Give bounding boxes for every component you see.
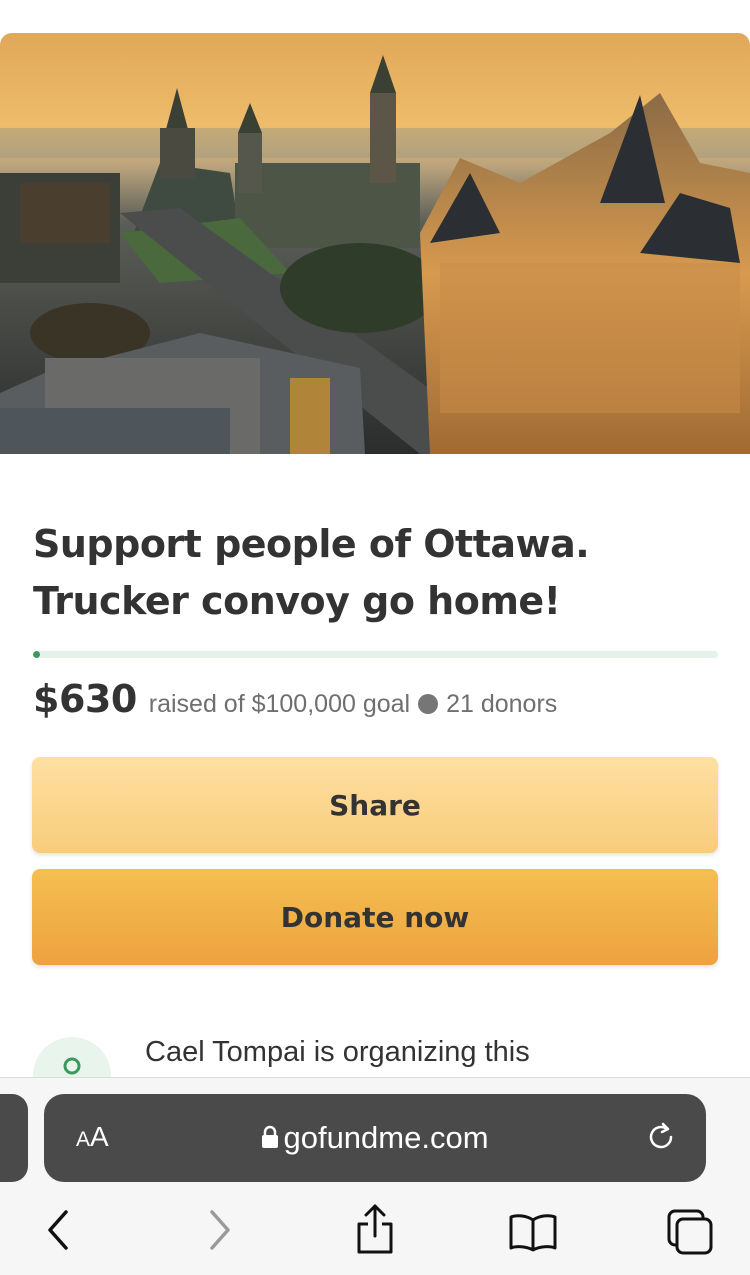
- fundraising-progress-bar: [33, 651, 718, 658]
- goal-text: raised of $100,000 goal: [148, 690, 411, 718]
- address-bar[interactable]: AA gofundme.com: [44, 1094, 706, 1182]
- separator-dot: [418, 694, 439, 714]
- previous-tab-pill[interactable]: [0, 1094, 28, 1182]
- lock-icon: [262, 1125, 279, 1148]
- organizer-text: Cael Tompai is organizing this: [145, 1036, 530, 1068]
- donate-now-button[interactable]: Donate now: [32, 869, 718, 965]
- url-text: gofundme.com: [283, 1120, 489, 1155]
- url-display[interactable]: gofundme.com: [44, 1120, 706, 1156]
- campaign-title-line2: Trucker convoy go home!: [33, 579, 561, 623]
- tabs-icon[interactable]: [666, 1208, 714, 1256]
- share-icon[interactable]: [354, 1202, 396, 1256]
- progress-fill: [33, 651, 40, 658]
- amount-raised: $630: [33, 677, 137, 721]
- forward-icon[interactable]: [206, 1208, 234, 1252]
- back-icon[interactable]: [44, 1208, 72, 1252]
- browser-bottom-bar: AA gofundme.com: [0, 1077, 750, 1275]
- share-button[interactable]: Share: [32, 757, 718, 853]
- campaign-title: Support people of Ottawa. Trucker convoy…: [33, 516, 723, 630]
- ottawa-skyline-image: [0, 33, 750, 454]
- bookmarks-icon[interactable]: [508, 1212, 558, 1252]
- reload-icon[interactable]: [644, 1120, 678, 1154]
- donors-count: 21 donors: [446, 690, 558, 718]
- fundraising-stats: $630 raised of $100,000 goal 21 donors: [33, 677, 557, 727]
- campaign-title-line1: Support people of Ottawa.: [33, 522, 590, 566]
- campaign-hero-image: [0, 33, 750, 454]
